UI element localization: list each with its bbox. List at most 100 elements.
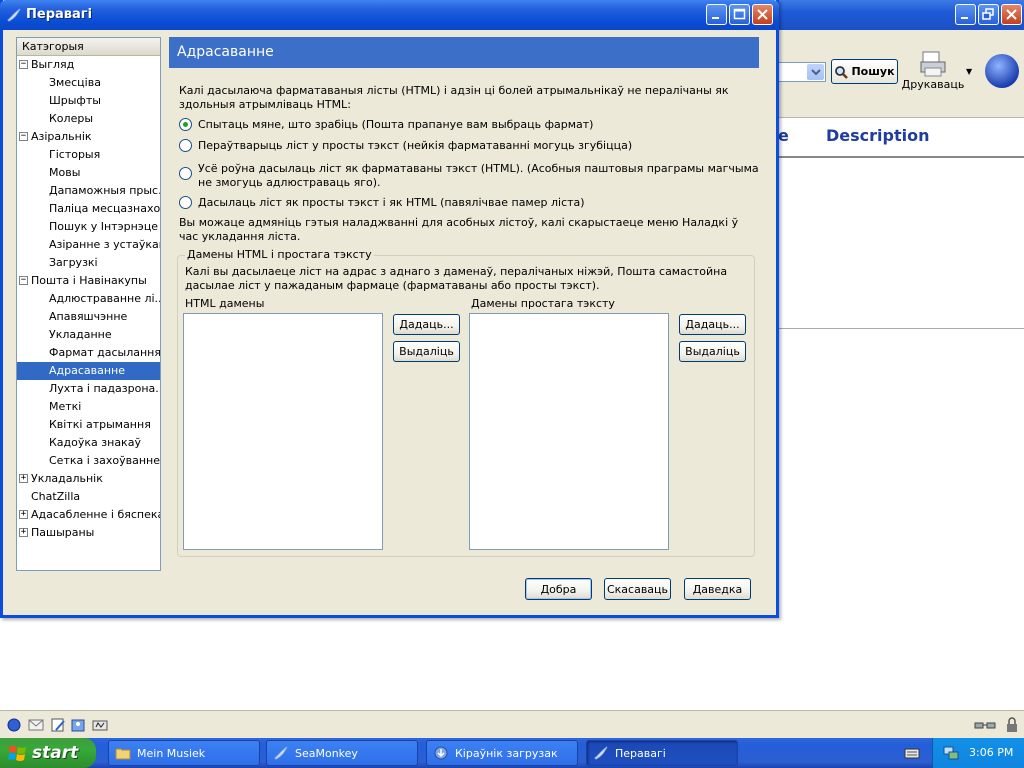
- search-button[interactable]: Пошук: [831, 59, 898, 84]
- tree-item[interactable]: Адрасаванне: [17, 362, 160, 380]
- task-download-manager[interactable]: Кіраўнік загрузак: [426, 740, 578, 766]
- tree-item[interactable]: + Пашыраны: [17, 524, 160, 542]
- folder-icon: [115, 748, 131, 760]
- category-header[interactable]: Катэгорыя: [17, 38, 160, 56]
- cancel-button[interactable]: Скасаваць: [604, 578, 671, 600]
- tree-item[interactable]: Фармат дасылання: [17, 344, 160, 362]
- browser-minimize-button[interactable]: [955, 4, 976, 25]
- tree-item-label: Пошта і Навінакупы: [31, 274, 147, 287]
- browser-restore-button[interactable]: [978, 4, 999, 25]
- task-label: Перавагі: [615, 746, 666, 760]
- download-manager-icon: [434, 746, 448, 760]
- column-partial[interactable]: e: [778, 126, 789, 145]
- tree-item-label: Укладанне: [49, 328, 112, 341]
- tree-item[interactable]: Мовы: [17, 164, 160, 182]
- print-button[interactable]: Друкаваць: [900, 50, 966, 96]
- print-dropdown-icon[interactable]: ▼: [966, 67, 972, 76]
- tree-item-label: Загрузкі: [49, 256, 98, 269]
- category-tree[interactable]: Катэгорыя − Выгляд Змесціва Шрыфты Колеры − Аз…: [16, 37, 161, 571]
- online-status-icon[interactable]: [973, 717, 997, 733]
- keyboard-icon[interactable]: [904, 746, 920, 760]
- tree-item[interactable]: Шрыфты: [17, 92, 160, 110]
- tree-item[interactable]: Квіткі атрымання: [17, 416, 160, 434]
- ok-button[interactable]: Добра: [525, 578, 592, 600]
- plain-remove-button[interactable]: Выдаліць: [679, 341, 746, 362]
- url-field[interactable]: [776, 62, 826, 82]
- tree-item-label: Адлюстраванне лі...: [49, 292, 160, 305]
- plain-domains-list[interactable]: [469, 313, 669, 550]
- help-button[interactable]: Даведка: [684, 578, 751, 600]
- tree-item[interactable]: + Адасабленне і бяспека: [17, 506, 160, 524]
- seamonkey-icon: [7, 8, 21, 22]
- taskbar: start Mein Musiek SeaMonkey Кіраўнік заг…: [0, 738, 1024, 768]
- tree-item[interactable]: Сетка і захоўванне: [17, 452, 160, 470]
- tree-item[interactable]: Гісторыя: [17, 146, 160, 164]
- task-mein-musiek[interactable]: Mein Musiek: [108, 740, 260, 766]
- plain-add-button[interactable]: Дадаць...: [679, 314, 746, 335]
- tree-item[interactable]: Укладанне: [17, 326, 160, 344]
- radio-button[interactable]: [179, 139, 192, 152]
- navigator-icon[interactable]: [6, 717, 22, 733]
- radio-button[interactable]: [179, 118, 192, 131]
- radio-convert-plain[interactable]: Пераўтварыць ліст у просты тэкст (нейкія…: [179, 139, 632, 153]
- tree-item[interactable]: Паліца месцазнахо...: [17, 200, 160, 218]
- radio-button[interactable]: [179, 167, 192, 180]
- expand-icon[interactable]: +: [19, 528, 28, 537]
- chatzilla-icon[interactable]: [92, 717, 108, 733]
- radio-send-html[interactable]: Усё роўна дасылаць ліст як фарматаваны т…: [179, 162, 759, 190]
- tree-item[interactable]: Луxта і падазрона...: [17, 380, 160, 398]
- collapse-icon[interactable]: −: [19, 276, 28, 285]
- dialog-minimize-button[interactable]: [706, 4, 727, 25]
- browser-statusbar: [0, 710, 1024, 738]
- expand-icon[interactable]: +: [19, 510, 28, 519]
- tree-item[interactable]: Адлюстраванне лі...: [17, 290, 160, 308]
- column-description[interactable]: Description: [826, 126, 929, 145]
- html-remove-button[interactable]: Выдаліць: [393, 341, 460, 362]
- tree-item[interactable]: Апавяшчэнне: [17, 308, 160, 326]
- print-label: Друкаваць: [901, 78, 965, 91]
- radio-ask[interactable]: Спытаць мяне, што зрабіць (Пошта прапану…: [179, 118, 593, 132]
- composer-icon[interactable]: [50, 717, 66, 733]
- tree-item[interactable]: Кадоўка знакаў: [17, 434, 160, 452]
- tree-item-label: ChatZilla: [31, 490, 81, 503]
- address-book-icon[interactable]: [70, 717, 86, 733]
- tree-item-label: Паліца месцазнахо...: [49, 202, 160, 215]
- radio-label: Пераўтварыць ліст у просты тэкст (нейкія…: [198, 139, 633, 152]
- tree-item-label: Дапаможныя прыс...: [49, 184, 160, 197]
- html-add-button[interactable]: Дадаць...: [393, 314, 460, 335]
- tree-item[interactable]: − Азіральнік: [17, 128, 160, 146]
- groupbox-description: Калі вы дасылаеце ліст на адрас з аднаго…: [185, 265, 728, 292]
- radio-button[interactable]: [179, 196, 192, 209]
- tree-item[interactable]: + Укладальнік: [17, 470, 160, 488]
- pane-title: Адрасаванне: [169, 37, 759, 68]
- dialog-maximize-button[interactable]: [729, 4, 750, 25]
- radio-send-both[interactable]: Дасылаць ліст як просты тэкст і як HTML …: [179, 196, 585, 210]
- tree-item[interactable]: − Выгляд: [17, 56, 160, 74]
- html-domains-list[interactable]: [183, 313, 383, 550]
- dialog-titlebar[interactable]: Перавагі: [0, 0, 779, 30]
- tree-item[interactable]: Пошук у Інтэрнэце: [17, 218, 160, 236]
- seamonkey-throbber-icon[interactable]: [985, 54, 1019, 88]
- tree-item[interactable]: Загрузкі: [17, 254, 160, 272]
- clock[interactable]: 3:06 PM: [969, 746, 1013, 759]
- task-seamonkey[interactable]: SeaMonkey: [266, 740, 418, 766]
- expand-icon[interactable]: +: [19, 474, 28, 483]
- tree-item[interactable]: Меткі: [17, 398, 160, 416]
- collapse-icon[interactable]: −: [19, 132, 28, 141]
- tree-item[interactable]: − Пошта і Навінакупы: [17, 272, 160, 290]
- url-dropdown-arrow-icon[interactable]: [807, 64, 824, 80]
- network-icon[interactable]: [943, 745, 959, 761]
- browser-close-button[interactable]: [1001, 4, 1022, 25]
- tree-item[interactable]: Колеры: [17, 110, 160, 128]
- mail-icon[interactable]: [28, 717, 44, 733]
- tree-item[interactable]: Змесціва: [17, 74, 160, 92]
- tree-item[interactable]: ChatZilla: [17, 488, 160, 506]
- tree-item-label: Меткі: [49, 400, 82, 413]
- tree-item[interactable]: Азіранне з устаўкамі: [17, 236, 160, 254]
- start-button[interactable]: start: [0, 738, 96, 768]
- task-preferences[interactable]: Перавагі: [586, 740, 738, 766]
- tree-item[interactable]: Дапаможныя прыс...: [17, 182, 160, 200]
- dialog-close-button[interactable]: [752, 4, 773, 25]
- tree-item-label: Луxта і падазрона...: [49, 382, 160, 395]
- collapse-icon[interactable]: −: [19, 60, 28, 69]
